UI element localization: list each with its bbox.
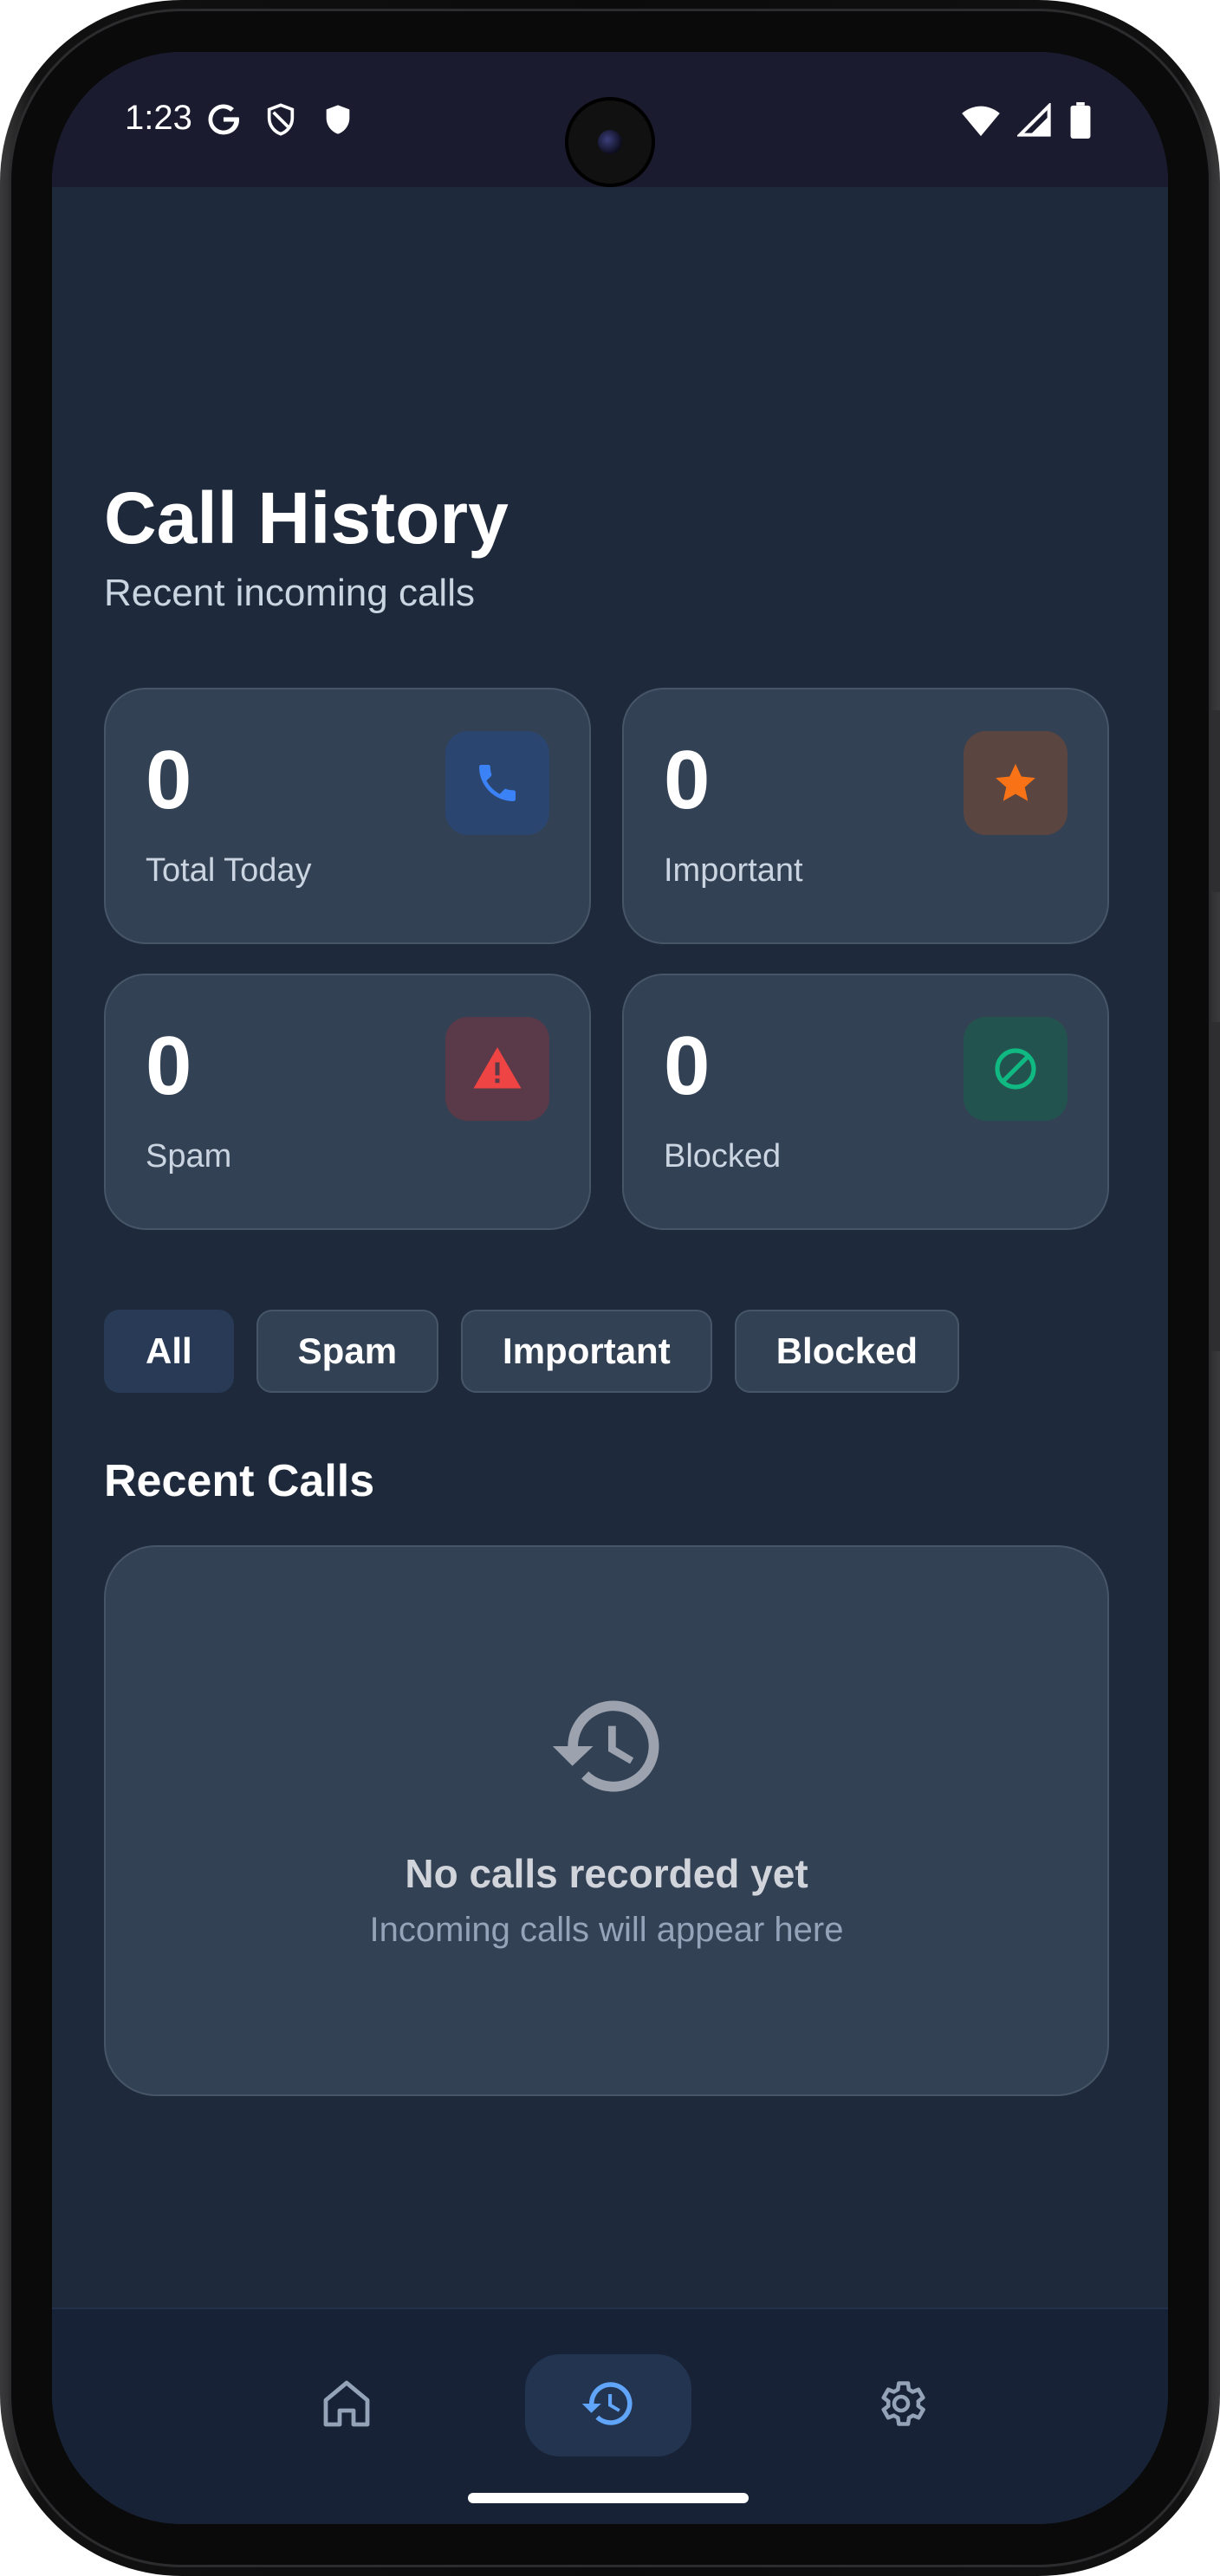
stat-label: Total Today: [146, 852, 312, 889]
status-bar: 1:23: [52, 52, 1168, 187]
stat-card-total-today[interactable]: 0 Total Today: [104, 688, 591, 944]
status-icons-left: [206, 102, 355, 141]
phone-icon: [445, 731, 549, 835]
stat-value: 0: [664, 1019, 711, 1112]
nav-history[interactable]: [525, 2354, 691, 2456]
filter-chip-blocked[interactable]: Blocked: [734, 1310, 960, 1393]
stat-card-important[interactable]: 0 Important: [622, 688, 1109, 944]
page-subtitle: Recent incoming calls: [104, 572, 475, 614]
star-icon: [964, 731, 1068, 835]
filter-chips: All Spam Important Blocked: [104, 1310, 960, 1393]
stat-card-spam[interactable]: 0 Spam: [104, 974, 591, 1230]
stat-label: Spam: [146, 1138, 232, 1175]
shield-icon: [321, 102, 355, 141]
google-icon: [206, 102, 241, 141]
warning-icon: [445, 1017, 549, 1121]
volume-button: [1211, 1022, 1220, 1351]
page-title: Call History: [104, 477, 509, 559]
bottom-nav: [52, 2307, 1168, 2524]
shield-outline-icon: [263, 102, 298, 141]
home-indicator[interactable]: [468, 2493, 749, 2503]
filter-chip-important[interactable]: Important: [461, 1310, 712, 1393]
phone-frame: 1:23 Call History Recent incoming calls …: [0, 0, 1220, 2576]
filter-chip-spam[interactable]: Spam: [256, 1310, 439, 1393]
stat-card-blocked[interactable]: 0 Blocked: [622, 974, 1109, 1230]
stat-value: 0: [146, 734, 192, 826]
signal-icon: [1016, 101, 1052, 142]
empty-state-card: No calls recorded yet Incoming calls wil…: [104, 1545, 1109, 2096]
stat-value: 0: [146, 1019, 192, 1112]
wifi-icon: [962, 103, 1000, 142]
history-icon: [548, 1686, 669, 1807]
empty-state-title: No calls recorded yet: [405, 1851, 808, 1896]
stat-label: Important: [664, 852, 803, 889]
battery-icon: [1069, 102, 1092, 143]
gear-icon: [873, 2376, 929, 2436]
home-icon: [319, 2376, 374, 2436]
nav-home[interactable]: [276, 2354, 418, 2456]
empty-state-subtitle: Incoming calls will appear here: [369, 1911, 844, 1949]
screen: 1:23 Call History Recent incoming calls …: [52, 52, 1168, 2524]
status-icons-right: [962, 101, 1092, 143]
block-icon: [964, 1017, 1068, 1121]
stat-label: Blocked: [664, 1138, 782, 1175]
power-button: [1211, 710, 1220, 892]
recent-calls-heading: Recent Calls: [104, 1456, 375, 1506]
front-camera: [565, 97, 655, 187]
filter-chip-all[interactable]: All: [104, 1310, 234, 1393]
status-time: 1:23: [125, 99, 192, 137]
stat-value: 0: [664, 734, 711, 826]
history-icon: [580, 2375, 637, 2437]
nav-settings[interactable]: [830, 2354, 972, 2456]
